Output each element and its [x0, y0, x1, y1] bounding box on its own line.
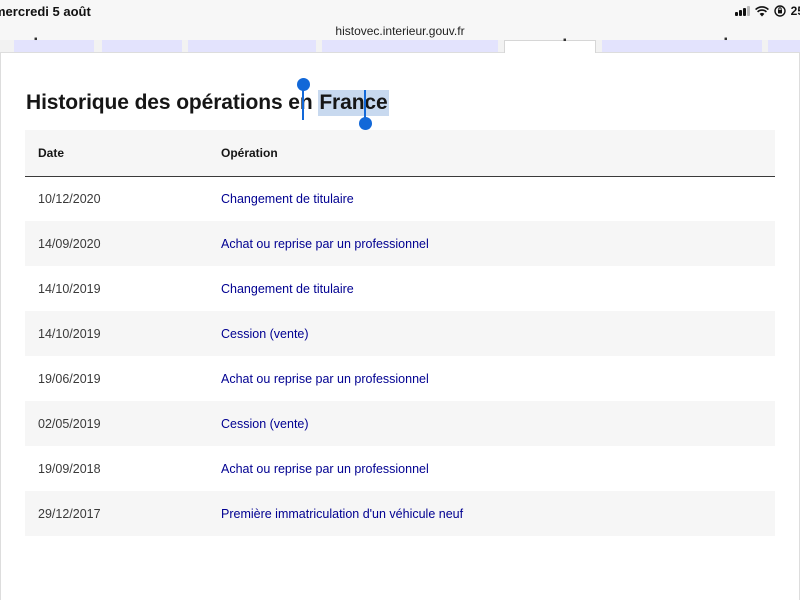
operation-cell: Cession (vente): [221, 416, 309, 431]
date-cell: 19/09/2018: [38, 461, 101, 476]
date-cell: 29/12/2017: [38, 506, 101, 521]
table-row: 14/09/2020 Achat ou reprise par un profe…: [25, 221, 775, 266]
status-date: mercredi 5 août: [0, 4, 91, 19]
table-row: 02/05/2019 Cession (vente): [25, 401, 775, 446]
date-cell: 02/05/2019: [38, 416, 101, 431]
selection-start-handle[interactable]: [297, 78, 310, 91]
page-title: Historique des opérations en France: [26, 90, 389, 116]
operation-cell: Achat ou reprise par un professionnel: [221, 461, 429, 476]
table-row: 14/10/2019 Cession (vente): [25, 311, 775, 356]
table-row: 14/10/2019 Changement de titulaire: [25, 266, 775, 311]
tab-1[interactable]: ▪: [14, 34, 94, 52]
orientation-lock-icon: [773, 5, 786, 17]
operation-cell: Achat ou reprise par un professionnel: [221, 371, 429, 386]
status-bar: mercredi 5 août 25: [0, 0, 800, 22]
table-header-row: Date Opération: [25, 130, 775, 176]
tab-3[interactable]: [188, 40, 316, 52]
table-row: 29/12/2017 Première immatriculation d'un…: [25, 491, 775, 536]
selection-end-caret: [364, 90, 366, 120]
operation-cell: Changement de titulaire: [221, 191, 354, 206]
date-cell: 14/10/2019: [38, 281, 101, 296]
cellular-signal-icon: [734, 6, 750, 16]
address-bar[interactable]: histovec.interieur.gouv.fr: [0, 22, 800, 40]
page-tab-strip: ▪ ▪ ▪: [0, 34, 800, 54]
table-row: 10/12/2020 Changement de titulaire: [25, 176, 775, 221]
battery-percentage: 25: [790, 4, 800, 18]
date-cell: 19/06/2019: [38, 371, 101, 386]
column-header-operation: Opération: [221, 145, 278, 160]
operations-history-table: Date Opération 10/12/2020 Changement de …: [25, 130, 775, 536]
url-text[interactable]: histovec.interieur.gouv.fr: [335, 24, 464, 38]
date-cell: 14/10/2019: [38, 326, 101, 341]
operation-cell: Cession (vente): [221, 326, 309, 341]
tab-4[interactable]: [322, 40, 498, 52]
operation-cell: Changement de titulaire: [221, 281, 354, 296]
tab-7[interactable]: [768, 40, 800, 52]
selected-text[interactable]: France: [318, 90, 389, 116]
table-row: 19/09/2018 Achat ou reprise par un profe…: [25, 446, 775, 491]
date-cell: 14/09/2020: [38, 236, 101, 251]
page-title-prefix: Historique des opérations en: [26, 91, 319, 114]
tab-6[interactable]: ▪: [602, 34, 762, 52]
status-icons: 25: [734, 4, 800, 18]
date-cell: 10/12/2020: [38, 191, 101, 206]
table-row: 19/06/2019 Achat ou reprise par un profe…: [25, 356, 775, 401]
column-header-date: Date: [38, 145, 65, 160]
selection-end-handle[interactable]: [359, 117, 372, 130]
wifi-icon: [754, 5, 769, 16]
selection-start-caret: [302, 90, 304, 120]
tab-2[interactable]: [102, 40, 182, 52]
operation-cell: Achat ou reprise par un professionnel: [221, 236, 429, 251]
tab-active[interactable]: ▪: [504, 35, 596, 54]
operation-cell: Première immatriculation d'un véhicule n…: [221, 506, 464, 521]
